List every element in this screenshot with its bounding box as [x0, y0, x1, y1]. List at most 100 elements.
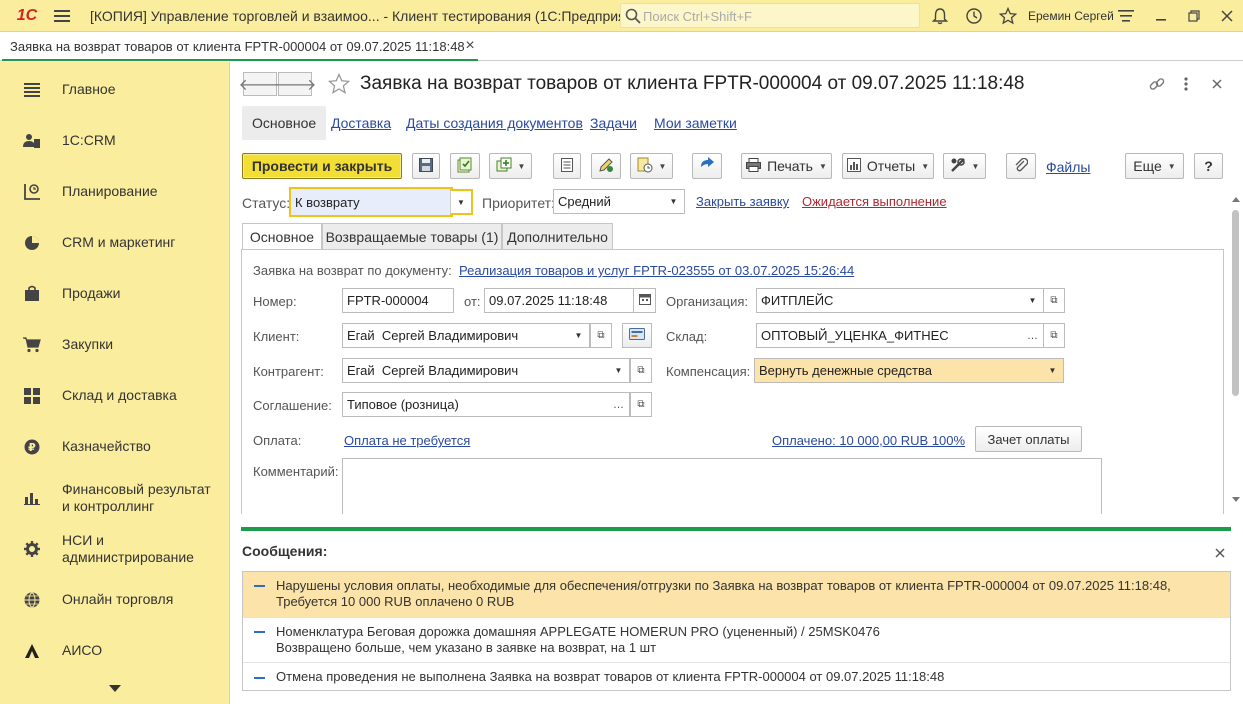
sidebar-item-crm[interactable]: 1С:CRM	[0, 115, 229, 166]
sidebar-item-purchases[interactable]: Закупки	[0, 319, 229, 370]
attach-file-button[interactable]	[1006, 153, 1036, 179]
warehouse-open-button[interactable]: ⧉	[1043, 323, 1065, 348]
files-link[interactable]: Файлы	[1046, 159, 1090, 175]
help-button[interactable]: ?	[1194, 153, 1223, 179]
date-field[interactable]	[484, 288, 634, 313]
organization-field[interactable]	[756, 288, 1024, 313]
bell-icon[interactable]	[928, 5, 952, 27]
close-tab-icon[interactable]: ×	[462, 37, 478, 54]
status-field[interactable]	[289, 187, 453, 217]
attachments-menu-button[interactable]: ▼	[630, 153, 673, 179]
save-button[interactable]	[412, 153, 440, 179]
sidebar-item-crm-marketing[interactable]: CRM и маркетинг	[0, 217, 229, 268]
form-scrollbar[interactable]	[1231, 196, 1241, 508]
counterparty-open-button[interactable]: ⧉	[630, 358, 652, 383]
document-tab[interactable]: Заявка на возврат товаров от клиента FPT…	[2, 32, 478, 61]
status-dropdown-button[interactable]: ▼	[450, 189, 473, 215]
counterparty-dropdown-button[interactable]: ▼	[608, 358, 630, 383]
message-item[interactable]: Нарушены условия оплаты, необходимые для…	[243, 572, 1230, 618]
close-request-link[interactable]: Закрыть заявку	[696, 194, 789, 209]
settings-lines-icon[interactable]	[1114, 5, 1138, 27]
minimize-icon[interactable]	[1149, 5, 1173, 27]
link-icon[interactable]	[1146, 73, 1168, 95]
priority-field[interactable]	[553, 189, 665, 214]
tools-menu-button[interactable]: ▼	[943, 153, 986, 179]
document-structure-button[interactable]	[553, 153, 581, 179]
compensation-dropdown-button[interactable]: ▼	[1042, 358, 1064, 383]
date-picker-button[interactable]	[634, 288, 656, 313]
priority-dropdown-button[interactable]: ▼	[663, 189, 685, 214]
inner-tab-additional[interactable]: Дополнительно	[502, 223, 613, 250]
payment-offset-button[interactable]: Зачет оплаты	[975, 426, 1082, 452]
counterparty-field[interactable]	[342, 358, 610, 383]
sidebar-item-sales[interactable]: Продажи	[0, 268, 229, 319]
inner-tab-main[interactable]: Основное	[242, 223, 322, 250]
paid-amount-link[interactable]: Оплачено: 10 000,00 RUB 100%	[772, 433, 965, 448]
global-search[interactable]	[620, 3, 920, 28]
more-vertical-icon[interactable]	[1175, 73, 1197, 95]
hamburger-menu-icon[interactable]	[50, 5, 74, 27]
close-messages-icon[interactable]	[1211, 544, 1229, 562]
client-open-button[interactable]: ⧉	[590, 323, 612, 348]
create-based-on-button[interactable]: ▼	[489, 153, 532, 179]
sidebar-item-main[interactable]: Главное	[0, 64, 229, 115]
history-icon[interactable]	[962, 5, 986, 27]
close-window-icon[interactable]	[1215, 5, 1239, 27]
organization-open-button[interactable]: ⧉	[1043, 288, 1065, 313]
search-input[interactable]	[643, 7, 913, 25]
post-and-close-button[interactable]: Провести и закрыть	[242, 153, 402, 179]
edit-signature-button[interactable]	[591, 153, 621, 179]
agreement-field[interactable]	[342, 392, 610, 417]
post-button[interactable]	[450, 153, 480, 179]
sidebar-item-admin[interactable]: НСИ и администрирование	[0, 523, 229, 574]
number-field[interactable]	[342, 288, 454, 313]
message-item[interactable]: Отмена проведения не выполнена Заявка на…	[243, 663, 1230, 691]
sidebar-item-planning[interactable]: Планирование	[0, 166, 229, 217]
tab-my-notes[interactable]: Мои заметки	[654, 106, 737, 140]
forward-button[interactable]: 🡒	[274, 72, 316, 96]
tab-main[interactable]: Основное	[242, 106, 327, 140]
scroll-up-icon[interactable]	[1231, 196, 1241, 204]
sidebar-item-aiso[interactable]: АИСО	[0, 625, 229, 676]
close-form-icon[interactable]	[1206, 73, 1228, 95]
reports-button[interactable]: Отчеты ▼	[842, 153, 934, 179]
inner-tab-returned-goods[interactable]: Возвращаемые товары (1)	[322, 223, 502, 250]
execution-state-link[interactable]: Ожидается выполнение	[802, 194, 947, 209]
payment-not-required-link[interactable]: Оплата не требуется	[344, 433, 470, 448]
compensation-field[interactable]	[754, 358, 1044, 383]
go-to-button[interactable]	[692, 153, 722, 179]
sidebar-item-treasury[interactable]: ₽ Казначейство	[0, 421, 229, 472]
star-icon[interactable]	[996, 5, 1020, 27]
client-dropdown-button[interactable]: ▼	[568, 323, 590, 348]
1c-logo-icon[interactable]: 1С	[12, 6, 42, 26]
sidebar-item-warehouse[interactable]: Склад и доставка	[0, 370, 229, 421]
warehouse-field[interactable]	[756, 323, 1024, 348]
more-button[interactable]: Еще ▼	[1125, 153, 1184, 179]
client-field[interactable]	[342, 323, 570, 348]
agreement-select-button[interactable]: …	[608, 392, 630, 417]
favorite-star-icon[interactable]	[327, 72, 351, 96]
agreement-open-button[interactable]: ⧉	[630, 392, 652, 417]
pen-icon	[598, 157, 614, 176]
sidebar-item-finance[interactable]: Финансовый результат и контроллинг	[0, 472, 229, 523]
scrollbar-thumb[interactable]	[1232, 210, 1239, 396]
sidebar-scroll-down-icon[interactable]	[105, 682, 125, 696]
print-button[interactable]: Печать ▼	[741, 153, 832, 179]
user-name[interactable]: Еремин Сергей	[1028, 9, 1114, 23]
restore-icon[interactable]	[1182, 5, 1206, 27]
document-clock-icon	[637, 157, 653, 176]
warehouse-select-button[interactable]: …	[1022, 323, 1044, 348]
client-card-button[interactable]	[622, 323, 652, 348]
organization-dropdown-button[interactable]: ▼	[1022, 288, 1044, 313]
tab-document-dates[interactable]: Даты создания документов	[406, 106, 583, 140]
basis-document-link[interactable]: Реализация товаров и услуг FPTR-023555 о…	[459, 263, 854, 278]
scroll-down-icon[interactable]	[1231, 496, 1241, 504]
message-item[interactable]: Номенклатура Беговая дорожка домашняя AP…	[243, 618, 1230, 663]
sidebar-item-label: Онлайн торговля	[62, 591, 174, 607]
comment-field[interactable]	[342, 458, 1102, 514]
reports-label: Отчеты	[866, 158, 916, 174]
tab-delivery[interactable]: Доставка	[331, 106, 391, 140]
back-button[interactable]: 🡐	[239, 72, 281, 96]
sidebar-item-online-trade[interactable]: Онлайн торговля	[0, 574, 229, 625]
tab-tasks[interactable]: Задачи	[590, 106, 637, 140]
